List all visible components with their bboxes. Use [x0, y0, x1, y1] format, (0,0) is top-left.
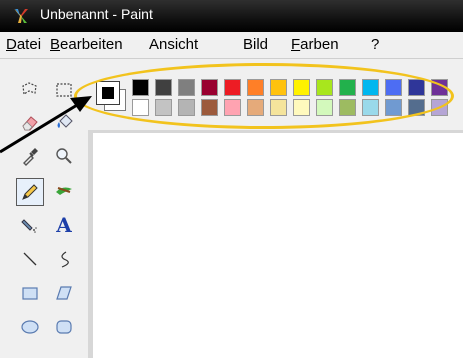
ellipse-icon	[21, 320, 39, 334]
tool-polygon[interactable]	[52, 281, 76, 305]
color-swatch[interactable]	[339, 79, 356, 96]
color-swatch[interactable]	[408, 79, 425, 96]
color-swatch[interactable]	[316, 79, 333, 96]
menu-bild[interactable]: Bild	[243, 36, 268, 53]
color-swatch[interactable]	[431, 79, 448, 96]
free-select-icon	[22, 82, 37, 95]
color-swatch[interactable]	[408, 99, 425, 116]
fill-bucket-icon	[57, 114, 73, 128]
tool-rect-select[interactable]	[52, 78, 76, 102]
tool-color-picker[interactable]	[18, 144, 42, 168]
menu-datei[interactable]: Datei	[6, 36, 41, 53]
tool-eraser[interactable]	[18, 111, 42, 135]
eraser-icon	[22, 116, 38, 131]
tool-fill-bucket[interactable]	[52, 111, 76, 135]
foreground-color-swatch	[102, 87, 114, 99]
airbrush-icon	[21, 219, 37, 233]
color-swatch[interactable]	[224, 79, 241, 96]
color-swatch[interactable]	[247, 79, 264, 96]
current-colors[interactable]	[96, 80, 126, 115]
tool-rounded-rectangle[interactable]	[52, 315, 76, 339]
color-swatch[interactable]	[178, 79, 195, 96]
line-icon	[23, 252, 37, 266]
color-swatch[interactable]	[385, 79, 402, 96]
color-swatch[interactable]	[362, 99, 379, 116]
color-swatch[interactable]	[201, 79, 218, 96]
rect-select-icon	[56, 83, 72, 97]
menu-bearbeiten[interactable]: Bearbeiten	[50, 36, 123, 53]
rectangle-icon	[22, 287, 38, 300]
menu-farben[interactable]: Farben	[291, 36, 339, 53]
color-swatch[interactable]	[431, 99, 448, 116]
tool-text[interactable]: A	[52, 213, 76, 237]
tool-curve[interactable]	[52, 247, 76, 271]
color-swatch[interactable]	[224, 99, 241, 116]
tool-ellipse[interactable]	[18, 315, 42, 339]
tool-airbrush[interactable]	[18, 213, 42, 237]
curve-icon	[61, 251, 69, 268]
color-swatch[interactable]	[293, 99, 310, 116]
tool-line[interactable]	[18, 247, 42, 271]
color-swatch[interactable]	[385, 99, 402, 116]
rounded-rectangle-icon	[56, 320, 72, 334]
color-swatch[interactable]	[270, 79, 287, 96]
menu-help[interactable]: ?	[371, 36, 379, 53]
color-swatch[interactable]	[201, 99, 218, 116]
drawing-canvas[interactable]	[93, 133, 463, 358]
window-title: Unbenannt - Paint	[40, 6, 153, 22]
menu-bar: Datei Bearbeiten Ansicht Bild Farben ?	[0, 32, 463, 59]
color-swatch[interactable]	[155, 99, 172, 116]
polygon-icon	[56, 286, 72, 300]
color-swatch[interactable]	[132, 79, 149, 96]
color-swatch[interactable]	[362, 79, 379, 96]
paint-app-icon	[14, 9, 28, 23]
pencil-icon	[22, 184, 38, 200]
tool-pencil[interactable]	[16, 178, 44, 206]
color-swatch[interactable]	[247, 99, 264, 116]
magnifier-icon	[56, 148, 72, 164]
color-swatches	[132, 79, 452, 119]
color-swatch[interactable]	[316, 99, 333, 116]
foreground-color[interactable]	[96, 81, 120, 105]
tool-free-select[interactable]	[18, 78, 42, 102]
tool-magnifier[interactable]	[52, 144, 76, 168]
brush-icon	[56, 187, 72, 195]
menu-ansicht[interactable]: Ansicht	[149, 36, 198, 53]
title-bar: Unbenannt - Paint	[0, 0, 463, 32]
tool-rectangle[interactable]	[18, 281, 42, 305]
color-swatch[interactable]	[293, 79, 310, 96]
color-swatch[interactable]	[178, 99, 195, 116]
text-icon: A	[56, 213, 72, 237]
color-swatch[interactable]	[155, 79, 172, 96]
color-swatch[interactable]	[339, 99, 356, 116]
eyedropper-icon	[23, 148, 38, 166]
color-swatch[interactable]	[132, 99, 149, 116]
tool-brush[interactable]	[52, 178, 76, 202]
color-swatch[interactable]	[270, 99, 287, 116]
